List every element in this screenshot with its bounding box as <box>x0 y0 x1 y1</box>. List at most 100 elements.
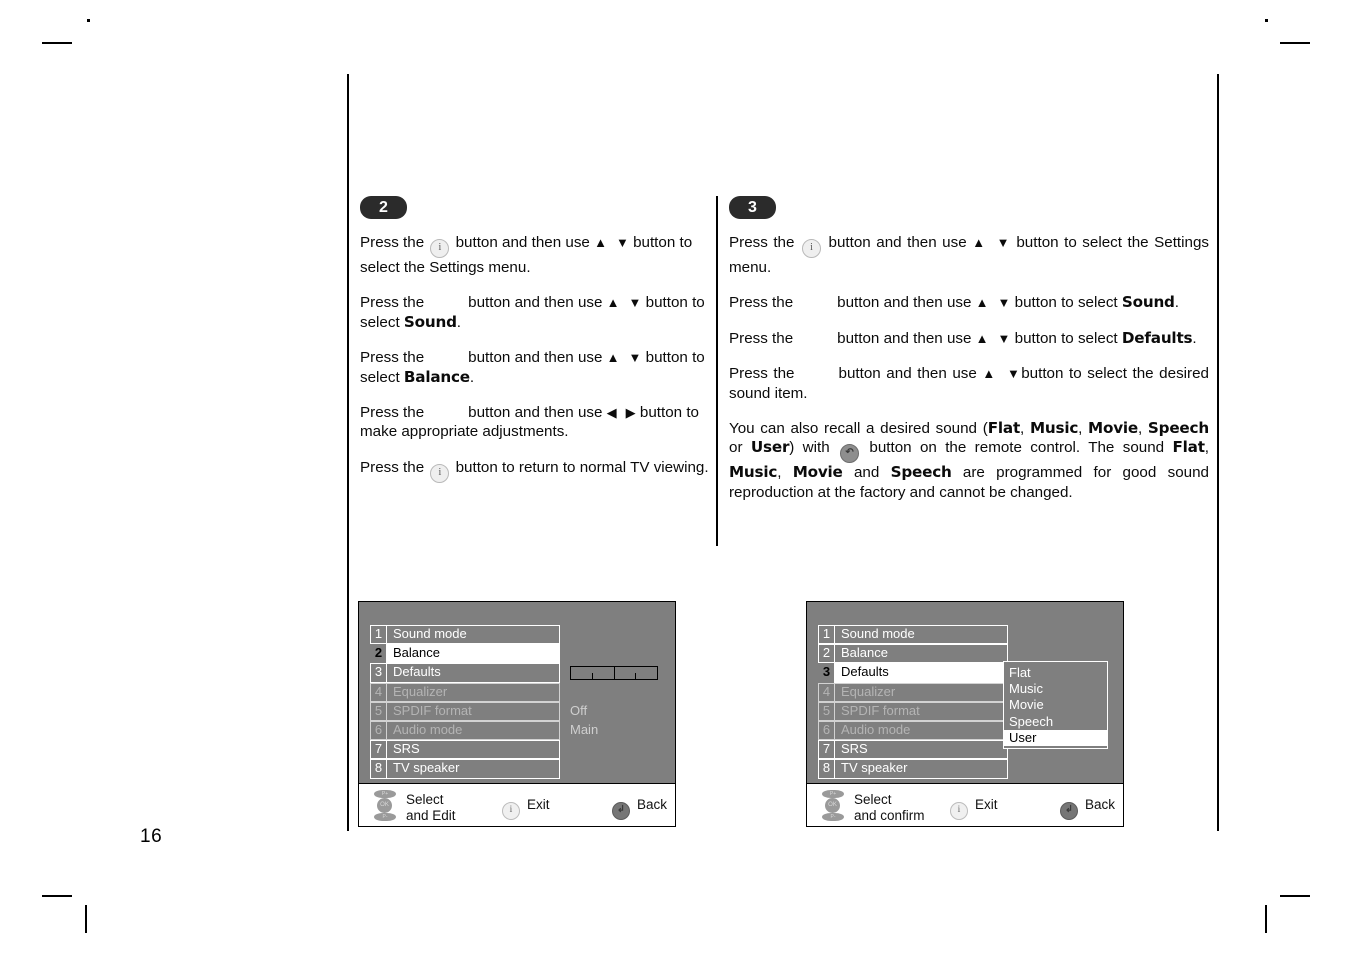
arrow-up-icon: ▲ <box>972 235 987 250</box>
defaults-popup-item[interactable]: Music <box>1004 681 1107 697</box>
osd-menu-row[interactable]: 3 Defaults <box>818 663 1008 683</box>
osd-menu-row[interactable]: 8 TV speaker <box>370 759 560 779</box>
osd-row-label: Balance <box>834 644 1008 664</box>
defaults-popup-item[interactable]: Movie <box>1004 697 1107 713</box>
osd-row-label: Defaults <box>834 663 1008 683</box>
balance-tick-right <box>634 673 637 679</box>
osd-menu-row[interactable]: 1 Sound mode <box>818 625 1008 645</box>
navpad-ok-icon[interactable]: OK <box>825 798 840 813</box>
navpad-icon[interactable]: P+ OK P- <box>371 790 399 821</box>
osd-row-number: 5 <box>370 701 386 721</box>
osd-menu-row[interactable]: 3 Defaults <box>370 663 560 683</box>
emphasis-term: Speech <box>890 463 952 482</box>
arrow-down-icon: ▼ <box>615 235 629 250</box>
osd-row-number: 1 <box>370 625 386 645</box>
back-arrow-icon[interactable]: ↲ <box>1060 802 1078 820</box>
instruction-paragraph: Press the button and then use ▲ ▼ button t… <box>729 328 1197 347</box>
page-left-border <box>347 74 349 831</box>
osd-row-number: 7 <box>818 740 834 760</box>
step-3-badge: 3 <box>729 196 776 219</box>
step-2-column: 2 Press the i button and then use ▲ ▼ but… <box>360 196 710 499</box>
osd-right-back-hint: ↲ Back <box>1060 797 1115 820</box>
arrow-up-icon: ▲ <box>975 330 989 346</box>
back-arrow-icon[interactable]: ↶ <box>840 444 860 464</box>
osd-menu-row[interactable]: 4 Equalizer <box>370 682 560 702</box>
osd-menu-row[interactable]: 7 SRS <box>818 740 1008 760</box>
emphasis-term: User <box>750 438 790 457</box>
arrow-down-icon: ▼ <box>997 295 1011 311</box>
osd-menu-row[interactable]: 6 Audio mode <box>370 720 560 741</box>
emphasis-term: Music <box>729 463 778 482</box>
page-right-border <box>1217 74 1219 831</box>
osd-row-number: 5 <box>818 701 834 721</box>
instruction-paragraph: Press the button and then use ▲ ▼ button t… <box>360 294 705 331</box>
osd-row-number: 8 <box>370 759 386 779</box>
arrow-up-icon: ▲ <box>606 295 620 311</box>
emphasis-term: Music <box>1029 419 1079 438</box>
info-icon[interactable]: i <box>430 463 450 483</box>
osd-menu-row[interactable]: 2 Balance <box>370 644 560 664</box>
defaults-popup-item[interactable]: Flat <box>1004 665 1107 681</box>
osd-left-exit-label: Exit <box>527 797 550 812</box>
column-divider <box>716 196 718 546</box>
osd-row-label: Balance <box>386 644 560 664</box>
osd-right-menu-list[interactable]: 1 Sound mode 2 Balance 3 Defaults 4 Equalizer 5 S… <box>818 625 1008 779</box>
osd-row-label: TV speaker <box>386 759 560 779</box>
emphasis-term: Movie <box>792 463 843 482</box>
osd-right-back-label: Back <box>1085 797 1116 812</box>
emphasis-term: Defaults <box>1121 328 1193 347</box>
osd-menu-row[interactable]: 7 SRS <box>370 740 560 760</box>
osd-row-label: SRS <box>386 740 560 760</box>
page-number: 16 <box>140 826 163 847</box>
defaults-popup-item[interactable]: User <box>1004 729 1107 747</box>
instruction-paragraph: Press the button and then use ▲ ▼ button t… <box>729 293 1179 312</box>
info-icon[interactable]: i <box>950 802 968 820</box>
defaults-popup-list[interactable]: Flat Music Movie Speech User <box>1003 661 1108 750</box>
crop-tick-bottom-right <box>1265 905 1267 933</box>
osd-row-label: Sound mode <box>834 625 1008 645</box>
osd-left-menu-list[interactable]: 1 Sound mode 2 Balance 3 Defaults 4 Equalizer 5 S… <box>370 625 560 779</box>
osd-row-label: Equalizer <box>834 682 1008 702</box>
crop-mark-top-right <box>1280 42 1310 44</box>
osd-menu-row[interactable]: 4 Equalizer <box>818 682 1008 702</box>
info-icon[interactable]: i <box>502 802 520 820</box>
step-3-column: 3 Press the i button and then use ▲ ▼ but… <box>729 196 1209 502</box>
arrow-down-icon: ▼ <box>1005 366 1022 382</box>
arrow-right-icon: ▶ <box>625 405 636 421</box>
osd-left-select-hint: Select and Edit <box>406 792 456 824</box>
osd-row-number: 4 <box>370 682 386 702</box>
osd-row-value: Off <box>570 702 588 718</box>
osd-menu-row[interactable]: 5 SPDIF format <box>818 701 1008 721</box>
navpad-ok-icon[interactable]: OK <box>377 798 392 813</box>
back-arrow-icon[interactable]: ↲ <box>612 802 630 820</box>
osd-row-number: 2 <box>818 644 834 664</box>
osd-left-help-bar: P+ OK P- Select and Edit i Exit ↲ Back <box>359 783 675 826</box>
emphasis-term: Speech <box>1147 419 1209 438</box>
osd-menu-row[interactable]: 6 Audio mode <box>818 720 1008 741</box>
arrow-down-icon: ▼ <box>995 235 1011 250</box>
osd-menu-row[interactable]: 2 Balance <box>818 644 1008 664</box>
navpad-up-icon[interactable]: P+ <box>374 790 396 798</box>
info-icon[interactable]: i <box>430 239 450 258</box>
emphasis-term: Sound <box>1121 293 1175 312</box>
osd-row-label: SRS <box>834 740 1008 760</box>
osd-row-label: SPDIF format <box>834 701 1008 721</box>
emphasis-term: Movie <box>1088 419 1139 438</box>
navpad-down-icon[interactable]: P- <box>822 813 844 821</box>
defaults-popup-item[interactable]: Speech <box>1004 714 1107 730</box>
emphasis-term: Sound <box>403 312 457 331</box>
osd-right-exit-label: Exit <box>975 797 998 812</box>
osd-menu-row[interactable]: 1 Sound mode <box>370 625 560 645</box>
navpad-icon[interactable]: P+ OK P- <box>819 790 847 821</box>
navpad-up-icon[interactable]: P+ <box>822 790 844 798</box>
osd-left-back-hint: ↲ Back <box>612 797 667 820</box>
osd-row-label: Audio mode <box>386 720 560 741</box>
balance-slider[interactable] <box>570 666 658 680</box>
osd-menu-row[interactable]: 8 TV speaker <box>818 759 1008 779</box>
navpad-down-icon[interactable]: P- <box>374 813 396 821</box>
arrow-up-icon: ▲ <box>606 350 620 366</box>
osd-menu-row[interactable]: 5 SPDIF format <box>370 701 560 721</box>
balance-tick-left <box>591 673 594 679</box>
osd-right-select-line2: and confirm <box>854 808 925 823</box>
info-icon[interactable]: i <box>801 239 821 258</box>
